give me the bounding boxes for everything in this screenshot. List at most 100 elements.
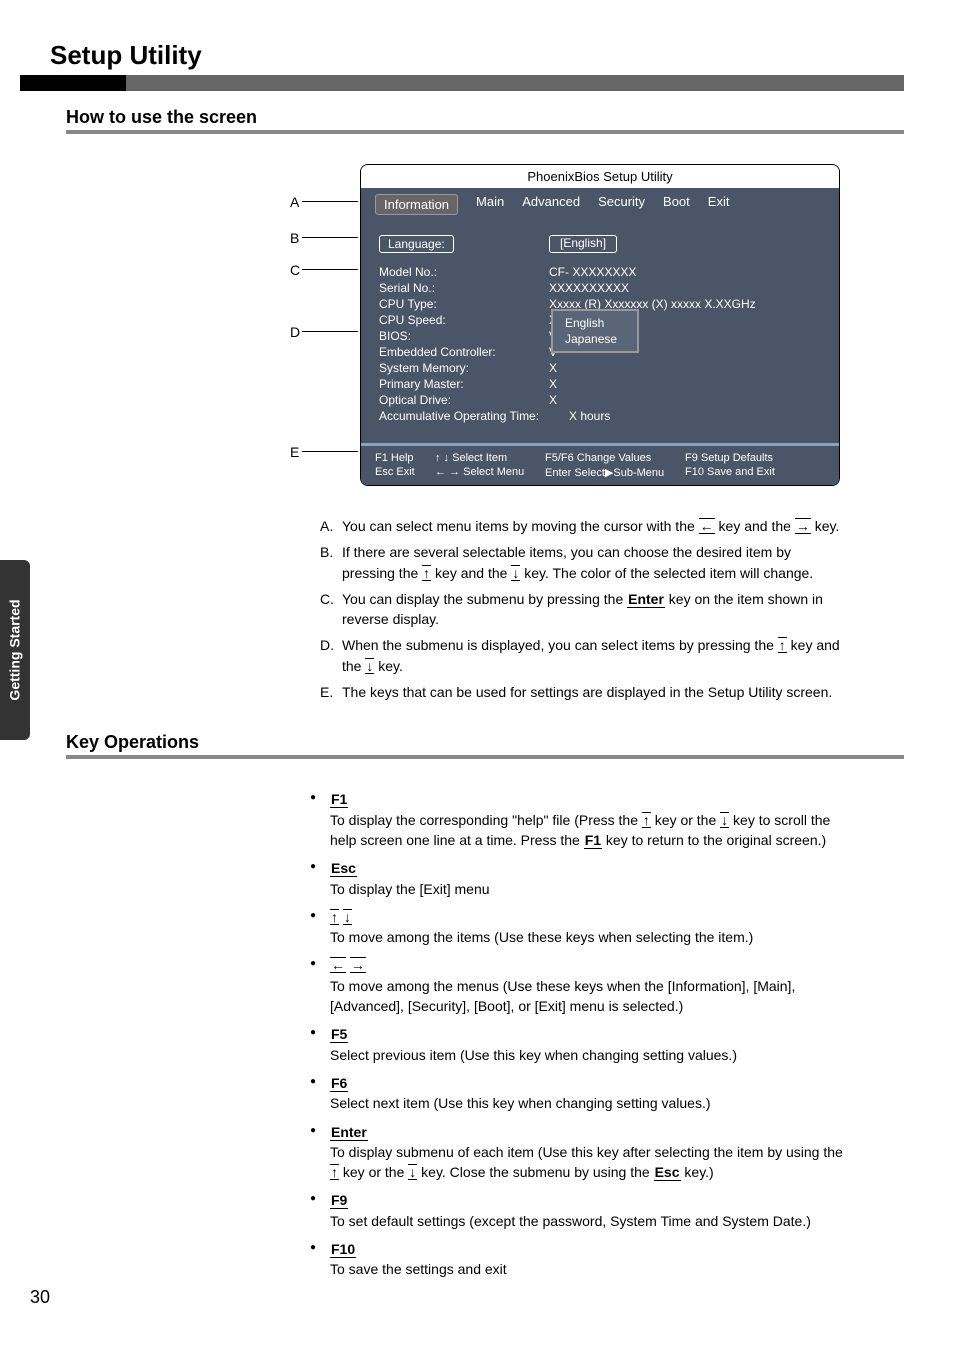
- desc-c-letter: C.: [320, 589, 342, 630]
- row-od-k: Optical Drive:: [379, 393, 549, 407]
- row-pm-k: Primary Master:: [379, 377, 549, 391]
- op-enter: Enter To display submenu of each item (U…: [310, 1122, 854, 1183]
- page-title: Setup Utility: [50, 40, 904, 71]
- down-arrow-icon: ↓: [365, 658, 374, 674]
- desc-b: If there are several selectable items, y…: [342, 542, 844, 583]
- op-esc: Esc To display the [Exit] menu: [310, 858, 854, 899]
- row-pm-v: X: [549, 377, 557, 391]
- op-updown: ↑ ↓ To move among the items (Use these k…: [310, 907, 854, 948]
- row-serial-k: Serial No.:: [379, 281, 549, 295]
- f1-key: F1: [330, 791, 348, 808]
- op-leftright: ← → To move among the menus (Use these k…: [310, 955, 854, 1016]
- foot-f10: F10 Save and Exit: [685, 466, 815, 479]
- side-tab-label: Getting Started: [7, 599, 23, 700]
- desc-b-letter: B.: [320, 542, 342, 583]
- op-f5: F5 Select previous item (Use this key wh…: [310, 1024, 854, 1065]
- desc-a: You can select menu items by moving the …: [342, 516, 839, 536]
- section-rule: [66, 130, 904, 134]
- f10-key: F10: [330, 1241, 356, 1258]
- esc-key: Esc: [654, 1164, 681, 1181]
- desc-e: The keys that can be used for settings a…: [342, 682, 832, 702]
- bios-diagram: A B C D E PhoenixBios Setup Utility Info…: [320, 164, 844, 486]
- label-e: E: [290, 444, 299, 460]
- f9-key: F9: [330, 1192, 348, 1209]
- esc-key: Esc: [330, 860, 357, 877]
- desc-c: You can display the submenu by pressing …: [342, 589, 844, 630]
- label-a: A: [290, 194, 299, 210]
- foot-f9: F9 Setup Defaults: [685, 452, 815, 464]
- row-aot-v: X hours: [569, 409, 610, 423]
- foot-f5f6: F5/F6 Change Values: [545, 452, 685, 464]
- label-d: D: [290, 324, 300, 340]
- tab-security[interactable]: Security: [598, 194, 645, 215]
- row-ec-k: Embedded Controller:: [379, 345, 549, 359]
- language-value[interactable]: [English]: [549, 235, 617, 253]
- section-key-ops: Key Operations: [66, 732, 904, 753]
- down-arrow-icon: ↓: [408, 1164, 417, 1180]
- foot-enter: Enter Select▶Sub-Menu: [545, 466, 685, 479]
- foot-f1: F1 Help: [375, 452, 435, 464]
- tab-boot[interactable]: Boot: [663, 194, 690, 215]
- label-b: B: [290, 230, 299, 246]
- foot-lr: ← → Select Menu: [435, 466, 545, 479]
- foot-updown: ↑ ↓ Select Item: [435, 452, 545, 464]
- bios-title: PhoenixBios Setup Utility: [361, 165, 839, 188]
- section-rule-2: [66, 755, 904, 759]
- section-how-to: How to use the screen: [66, 107, 904, 128]
- op-f6: F6 Select next item (Use this key when c…: [310, 1073, 854, 1114]
- f6-key: F6: [330, 1075, 348, 1092]
- row-cpuspeed-k: CPU Speed:: [379, 313, 549, 327]
- desc-d: When the submenu is displayed, you can s…: [342, 635, 844, 676]
- enter-key: Enter: [330, 1124, 368, 1141]
- up-arrow-icon: ↑: [778, 637, 787, 653]
- row-bios-k: BIOS:: [379, 329, 549, 343]
- bios-footer: F1 Help ↑ ↓ Select Item F5/F6 Change Val…: [361, 443, 839, 485]
- tab-main[interactable]: Main: [476, 194, 504, 215]
- page-number: 30: [30, 1287, 50, 1308]
- op-f9: F9 To set default settings (except the p…: [310, 1190, 854, 1231]
- row-mem-v: X: [549, 361, 557, 375]
- language-submenu: English Japanese: [551, 309, 639, 353]
- desc-e-letter: E.: [320, 682, 342, 702]
- foot-esc: Esc Exit: [375, 466, 435, 479]
- desc-d-letter: D.: [320, 635, 342, 676]
- bios-window: PhoenixBios Setup Utility Information Ma…: [360, 164, 840, 486]
- op-f10: F10 To save the settings and exit: [310, 1239, 854, 1280]
- down-arrow-icon: ↓: [343, 909, 352, 925]
- bios-tabs: Information Main Advanced Security Boot …: [361, 188, 839, 221]
- up-arrow-icon: ↑: [422, 565, 431, 581]
- tab-information[interactable]: Information: [375, 194, 458, 215]
- submenu-english[interactable]: English: [565, 315, 617, 331]
- left-arrow-icon: ←: [330, 957, 346, 973]
- key-operations-list: F1 To display the corresponding "help" f…: [310, 789, 854, 1279]
- row-model-k: Model No.:: [379, 265, 549, 279]
- row-model-v: CF- XXXXXXXX: [549, 265, 636, 279]
- op-f1: F1 To display the corresponding "help" f…: [310, 789, 854, 850]
- title-rule: [20, 75, 904, 91]
- desc-a-letter: A.: [320, 516, 342, 536]
- language-field[interactable]: Language:: [379, 235, 454, 253]
- row-mem-k: System Memory:: [379, 361, 549, 375]
- row-aot-k: Accumulative Operating Time:: [379, 409, 569, 423]
- right-arrow-icon: →: [350, 957, 366, 973]
- f5-key: F5: [330, 1026, 348, 1043]
- side-tab: Getting Started: [0, 560, 30, 740]
- tab-advanced[interactable]: Advanced: [522, 194, 580, 215]
- up-arrow-icon: ↑: [330, 909, 339, 925]
- submenu-japanese[interactable]: Japanese: [565, 331, 617, 347]
- left-arrow-icon: ←: [699, 518, 715, 534]
- label-c: C: [290, 262, 300, 278]
- tab-exit[interactable]: Exit: [708, 194, 730, 215]
- down-arrow-icon: ↓: [720, 812, 729, 828]
- up-arrow-icon: ↑: [330, 1164, 339, 1180]
- f1-key: F1: [584, 832, 602, 849]
- row-serial-v: XXXXXXXXXX: [549, 281, 629, 295]
- row-cputype-k: CPU Type:: [379, 297, 549, 311]
- down-arrow-icon: ↓: [511, 565, 520, 581]
- enter-key: Enter: [627, 591, 665, 608]
- bios-body: Language: [English] Model No.:CF- XXXXXXX…: [361, 221, 839, 443]
- up-arrow-icon: ↑: [642, 812, 651, 828]
- description-list: A.You can select menu items by moving th…: [320, 516, 844, 702]
- right-arrow-icon: →: [795, 518, 811, 534]
- row-od-v: X: [549, 393, 557, 407]
